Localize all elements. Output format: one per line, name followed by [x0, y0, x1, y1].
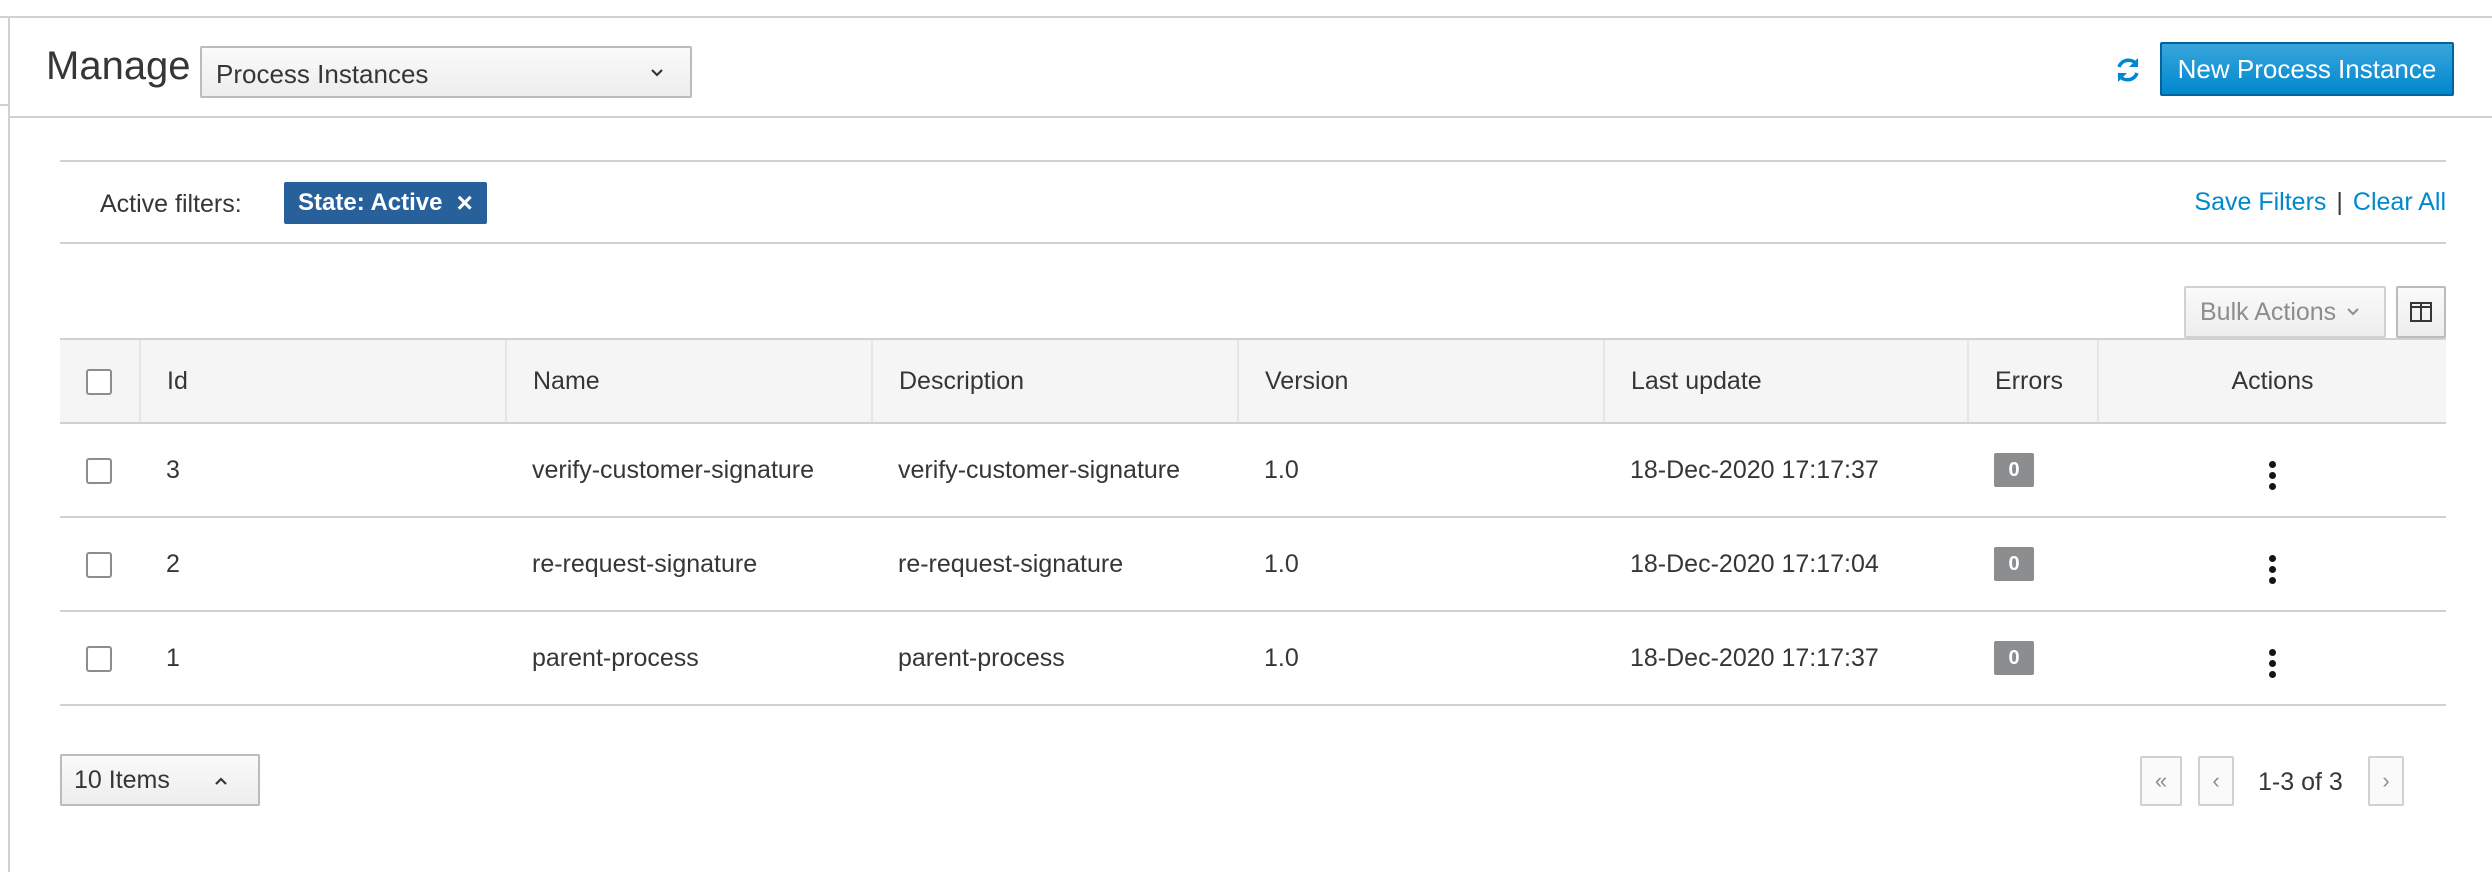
table-row[interactable]: 3 verify-customer-signature verify-custo…: [60, 423, 2446, 517]
column-header-description[interactable]: Description: [871, 338, 1238, 424]
filter-links-separator: |: [2336, 188, 2343, 216]
items-per-page-label: 10 Items: [74, 765, 170, 794]
previous-page-button[interactable]: ‹: [2198, 756, 2234, 806]
filter-links: Save Filters | Clear All: [2194, 188, 2446, 217]
filter-chip-label: State: Active: [298, 189, 443, 216]
errors-badge: 0: [1994, 641, 2034, 675]
cell-version: 1.0: [1264, 455, 1299, 484]
column-header-id[interactable]: Id: [139, 338, 506, 424]
chevron-up-icon: [215, 777, 227, 785]
column-header-errors[interactable]: Errors: [1967, 338, 2098, 424]
next-page-button[interactable]: ›: [2368, 756, 2404, 806]
first-page-button[interactable]: «: [2140, 756, 2182, 806]
table-row[interactable]: 2 re-request-signature re-request-signat…: [60, 517, 2446, 611]
cell-id: 1: [166, 643, 180, 672]
chevron-down-icon: [651, 69, 663, 77]
cell-id: 2: [166, 549, 180, 578]
active-filters-label: Active filters:: [100, 190, 242, 218]
filter-chip-state: State: Active ×: [284, 182, 487, 224]
kebab-icon[interactable]: [2261, 551, 2284, 588]
cell-name: verify-customer-signature: [532, 455, 815, 484]
errors-badge: 0: [1994, 547, 2034, 581]
cell-name: re-request-signature: [532, 549, 758, 578]
cell-last-update: 18-Dec-2020 17:17:04: [1630, 549, 1879, 578]
page-header: Manage Process Instances New Process Ins…: [10, 18, 2492, 118]
select-all-checkbox[interactable]: [86, 368, 112, 395]
select-all-cell: [60, 338, 140, 424]
kebab-icon[interactable]: [2261, 645, 2284, 682]
kebab-icon[interactable]: [2261, 457, 2284, 494]
cell-description: verify-customer-signature: [898, 455, 1181, 484]
column-toggle-icon: [2410, 302, 2432, 322]
refresh-icon[interactable]: [2108, 50, 2148, 90]
cell-version: 1.0: [1264, 549, 1299, 578]
cell-name: parent-process: [532, 643, 699, 672]
cell-last-update: 18-Dec-2020 17:17:37: [1630, 643, 1879, 672]
cell-actions: [2098, 611, 2446, 705]
pagination-range: 1-3 of 3: [2258, 768, 2343, 796]
page-title: Manage: [46, 44, 191, 88]
column-header-last-update[interactable]: Last update: [1603, 338, 1968, 424]
cell-id: 3: [166, 455, 180, 484]
row-select-cell: [60, 423, 140, 517]
clear-all-link[interactable]: Clear All: [2353, 188, 2446, 217]
cell-errors: 0: [1968, 611, 2098, 705]
cell-version: 1.0: [1264, 643, 1299, 672]
view-select[interactable]: Process Instances: [200, 46, 692, 98]
row-checkbox[interactable]: [86, 645, 112, 672]
column-toggle-button[interactable]: [2396, 286, 2446, 338]
items-per-page-dropdown[interactable]: 10 Items: [60, 754, 260, 806]
cell-errors: 0: [1968, 423, 2098, 517]
active-filters-bar: Active filters: State: Active × Save Fil…: [60, 160, 2446, 244]
cell-actions: [2098, 517, 2446, 611]
cell-last-update: 18-Dec-2020 17:17:37: [1630, 455, 1879, 484]
row-checkbox[interactable]: [86, 551, 112, 578]
cell-actions: [2098, 423, 2446, 517]
column-header-actions: Actions: [2097, 338, 2446, 424]
left-border: [8, 18, 10, 872]
left-tick: [0, 104, 8, 106]
close-icon[interactable]: ×: [457, 189, 473, 217]
column-header-version[interactable]: Version: [1237, 338, 1604, 424]
process-instances-table: Id Name Description Version Last update …: [60, 338, 2446, 706]
bulk-actions-dropdown[interactable]: Bulk Actions: [2184, 286, 2386, 338]
view-select-value: Process Instances: [216, 59, 429, 89]
chevron-down-icon: [2347, 308, 2359, 316]
row-select-cell: [60, 611, 140, 705]
column-header-name[interactable]: Name: [505, 338, 872, 424]
row-select-cell: [60, 517, 140, 611]
table-header-row: Id Name Description Version Last update …: [60, 338, 2446, 424]
save-filters-link[interactable]: Save Filters: [2194, 188, 2326, 217]
cell-description: parent-process: [898, 643, 1065, 672]
cell-description: re-request-signature: [898, 549, 1124, 578]
bulk-actions-label: Bulk Actions: [2200, 297, 2337, 326]
table-row[interactable]: 1 parent-process parent-process 1.0 18-D…: [60, 611, 2446, 705]
cell-errors: 0: [1968, 517, 2098, 611]
new-process-instance-button[interactable]: New Process Instance: [2160, 42, 2454, 96]
row-checkbox[interactable]: [86, 457, 112, 484]
errors-badge: 0: [1994, 453, 2034, 487]
